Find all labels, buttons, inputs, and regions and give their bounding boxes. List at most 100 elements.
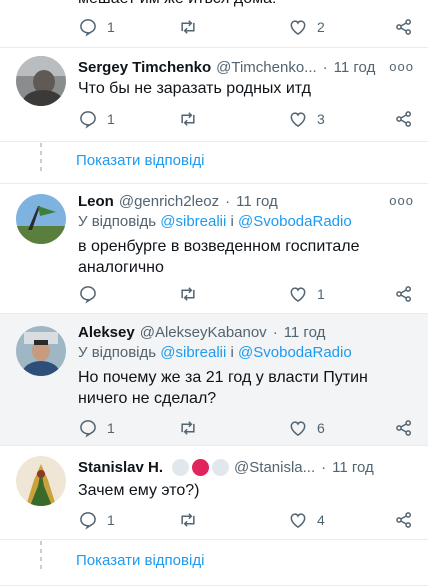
share-button[interactable] xyxy=(394,282,414,306)
heart-icon xyxy=(290,421,306,436)
reply-button[interactable] xyxy=(78,282,107,306)
retweet-button[interactable] xyxy=(178,107,198,131)
separator: · xyxy=(272,323,278,341)
author-handle[interactable]: @genrich2leoz xyxy=(119,193,219,210)
separator: · xyxy=(321,458,327,476)
reply-button[interactable]: 1 xyxy=(78,107,115,131)
reply-icon xyxy=(80,19,96,37)
share-icon xyxy=(396,512,411,528)
share-button[interactable] xyxy=(394,508,414,532)
replying-to: У відповідь @sibrealii і @SvobodaRadio xyxy=(78,213,352,230)
author-name[interactable]: Aleksey xyxy=(78,324,135,341)
thread-line xyxy=(40,143,42,179)
like-button[interactable]: 2 xyxy=(288,15,325,39)
author-name[interactable]: Sergey Timchenko xyxy=(78,59,211,76)
like-count: 6 xyxy=(317,420,325,436)
like-button[interactable]: 4 xyxy=(288,508,325,532)
tweet-header: Aleksey @AlekseyKabanov · 11 год xyxy=(78,321,413,343)
reply-icon xyxy=(80,512,96,530)
like-button[interactable]: 6 xyxy=(288,416,325,440)
share-button[interactable] xyxy=(394,107,414,131)
author-handle[interactable]: @Stanisla... xyxy=(234,459,315,476)
reply-icon xyxy=(80,420,96,438)
mention-link[interactable]: @sibrealii xyxy=(160,213,226,230)
profile-emoji-badges xyxy=(169,458,230,476)
mention-link[interactable]: @SvobodaRadio xyxy=(238,344,352,361)
thread-line xyxy=(40,541,42,577)
tweet-text: Зачем ему это?) xyxy=(78,482,200,499)
tweet-header: Leon @genrich2leoz · 11 год xyxy=(78,190,413,212)
red-circle-icon xyxy=(192,458,210,476)
like-button[interactable]: 1 xyxy=(288,282,325,306)
tweet[interactable]: Aleksey @AlekseyKabanov · 11 год У відпо… xyxy=(0,314,428,446)
retweet-icon xyxy=(181,421,195,435)
retweet-icon xyxy=(181,513,195,527)
replying-separator: і xyxy=(230,344,234,361)
reply-button[interactable]: 1 xyxy=(78,508,115,532)
tweet-actions: 1 4 xyxy=(78,508,418,532)
like-count: 2 xyxy=(317,19,325,35)
share-icon xyxy=(396,286,411,302)
mention-link[interactable]: @SvobodaRadio xyxy=(238,213,352,230)
more-options-icon[interactable]: ooo xyxy=(389,193,414,208)
separator: · xyxy=(322,58,328,76)
avatar[interactable] xyxy=(16,456,66,506)
replying-to: У відповідь @sibrealii і @SvobodaRadio xyxy=(78,344,352,361)
heart-icon xyxy=(290,287,306,302)
tweet-header: Sergey Timchenko @Timchenko... · 11 год xyxy=(78,56,413,78)
show-replies-row[interactable]: Показати відповіді xyxy=(0,138,428,184)
show-replies-link[interactable]: Показати відповіді xyxy=(76,552,204,569)
retweet-button[interactable] xyxy=(178,416,198,440)
reply-button[interactable]: 1 xyxy=(78,15,115,39)
tweet[interactable]: Sergey Timchenko @Timchenko... · 11 год … xyxy=(0,48,428,142)
retweet-icon xyxy=(181,112,195,126)
share-button[interactable] xyxy=(394,15,414,39)
author-handle[interactable]: @AlekseyKabanov xyxy=(140,324,267,341)
reply-button[interactable]: 1 xyxy=(78,416,115,440)
show-replies-link[interactable]: Показати відповіді xyxy=(76,152,204,169)
more-options-icon[interactable]: ooo xyxy=(389,59,414,74)
replying-prefix: У відповідь xyxy=(78,344,157,361)
avatar[interactable] xyxy=(16,56,66,106)
mention-link[interactable]: @sibrealii xyxy=(160,344,226,361)
author-name[interactable]: Stanislav H. xyxy=(78,459,163,476)
reply-count: 1 xyxy=(107,111,115,127)
avatar[interactable] xyxy=(16,194,66,244)
tweet-text: Что бы не заразать родных итд xyxy=(78,80,311,97)
tweet-text: мешает им же иться дома! xyxy=(78,0,277,9)
tweet-actions: 1 xyxy=(78,282,418,306)
like-count: 3 xyxy=(317,111,325,127)
tweet[interactable]: Leon @genrich2leoz · 11 год ooo У відпов… xyxy=(0,184,428,314)
timestamp[interactable]: 11 год xyxy=(332,459,374,476)
retweet-button[interactable] xyxy=(178,282,198,306)
share-icon xyxy=(396,111,411,127)
white-circle-icon xyxy=(172,458,190,476)
tweet-text: Но почему же за 21 год у власти Путин ни… xyxy=(78,369,368,407)
author-handle[interactable]: @Timchenko... xyxy=(216,59,317,76)
tweet-text: в оренбурге в возведенном госпитале анал… xyxy=(78,238,360,276)
tweet[interactable]: Stanislav H. @Stanisla... · 11 год Зачем… xyxy=(0,446,428,540)
timestamp[interactable]: 11 год xyxy=(334,59,376,76)
share-icon xyxy=(396,19,411,35)
heart-icon xyxy=(290,112,306,127)
retweet-icon xyxy=(181,287,195,301)
retweet-button[interactable] xyxy=(178,15,198,39)
tweet-actions: 1 6 xyxy=(78,416,418,440)
like-button[interactable]: 3 xyxy=(288,107,325,131)
author-name[interactable]: Leon xyxy=(78,193,114,210)
heart-icon xyxy=(290,513,306,528)
timestamp[interactable]: 11 год xyxy=(284,324,326,341)
share-button[interactable] xyxy=(394,416,414,440)
tweet-actions: 1 2 xyxy=(78,15,418,39)
separator: · xyxy=(225,192,231,210)
like-count: 4 xyxy=(317,512,325,528)
avatar[interactable] xyxy=(16,326,66,376)
partial-tweet[interactable]: мешает им же иться дома! 1 2 xyxy=(0,0,428,48)
tweet-actions: 1 3 xyxy=(78,107,418,131)
timestamp[interactable]: 11 год xyxy=(236,193,278,210)
reply-icon xyxy=(80,111,96,129)
retweet-button[interactable] xyxy=(178,508,198,532)
retweet-icon xyxy=(181,20,195,34)
show-replies-row[interactable]: Показати відповіді xyxy=(0,536,428,586)
reply-icon xyxy=(80,286,96,304)
